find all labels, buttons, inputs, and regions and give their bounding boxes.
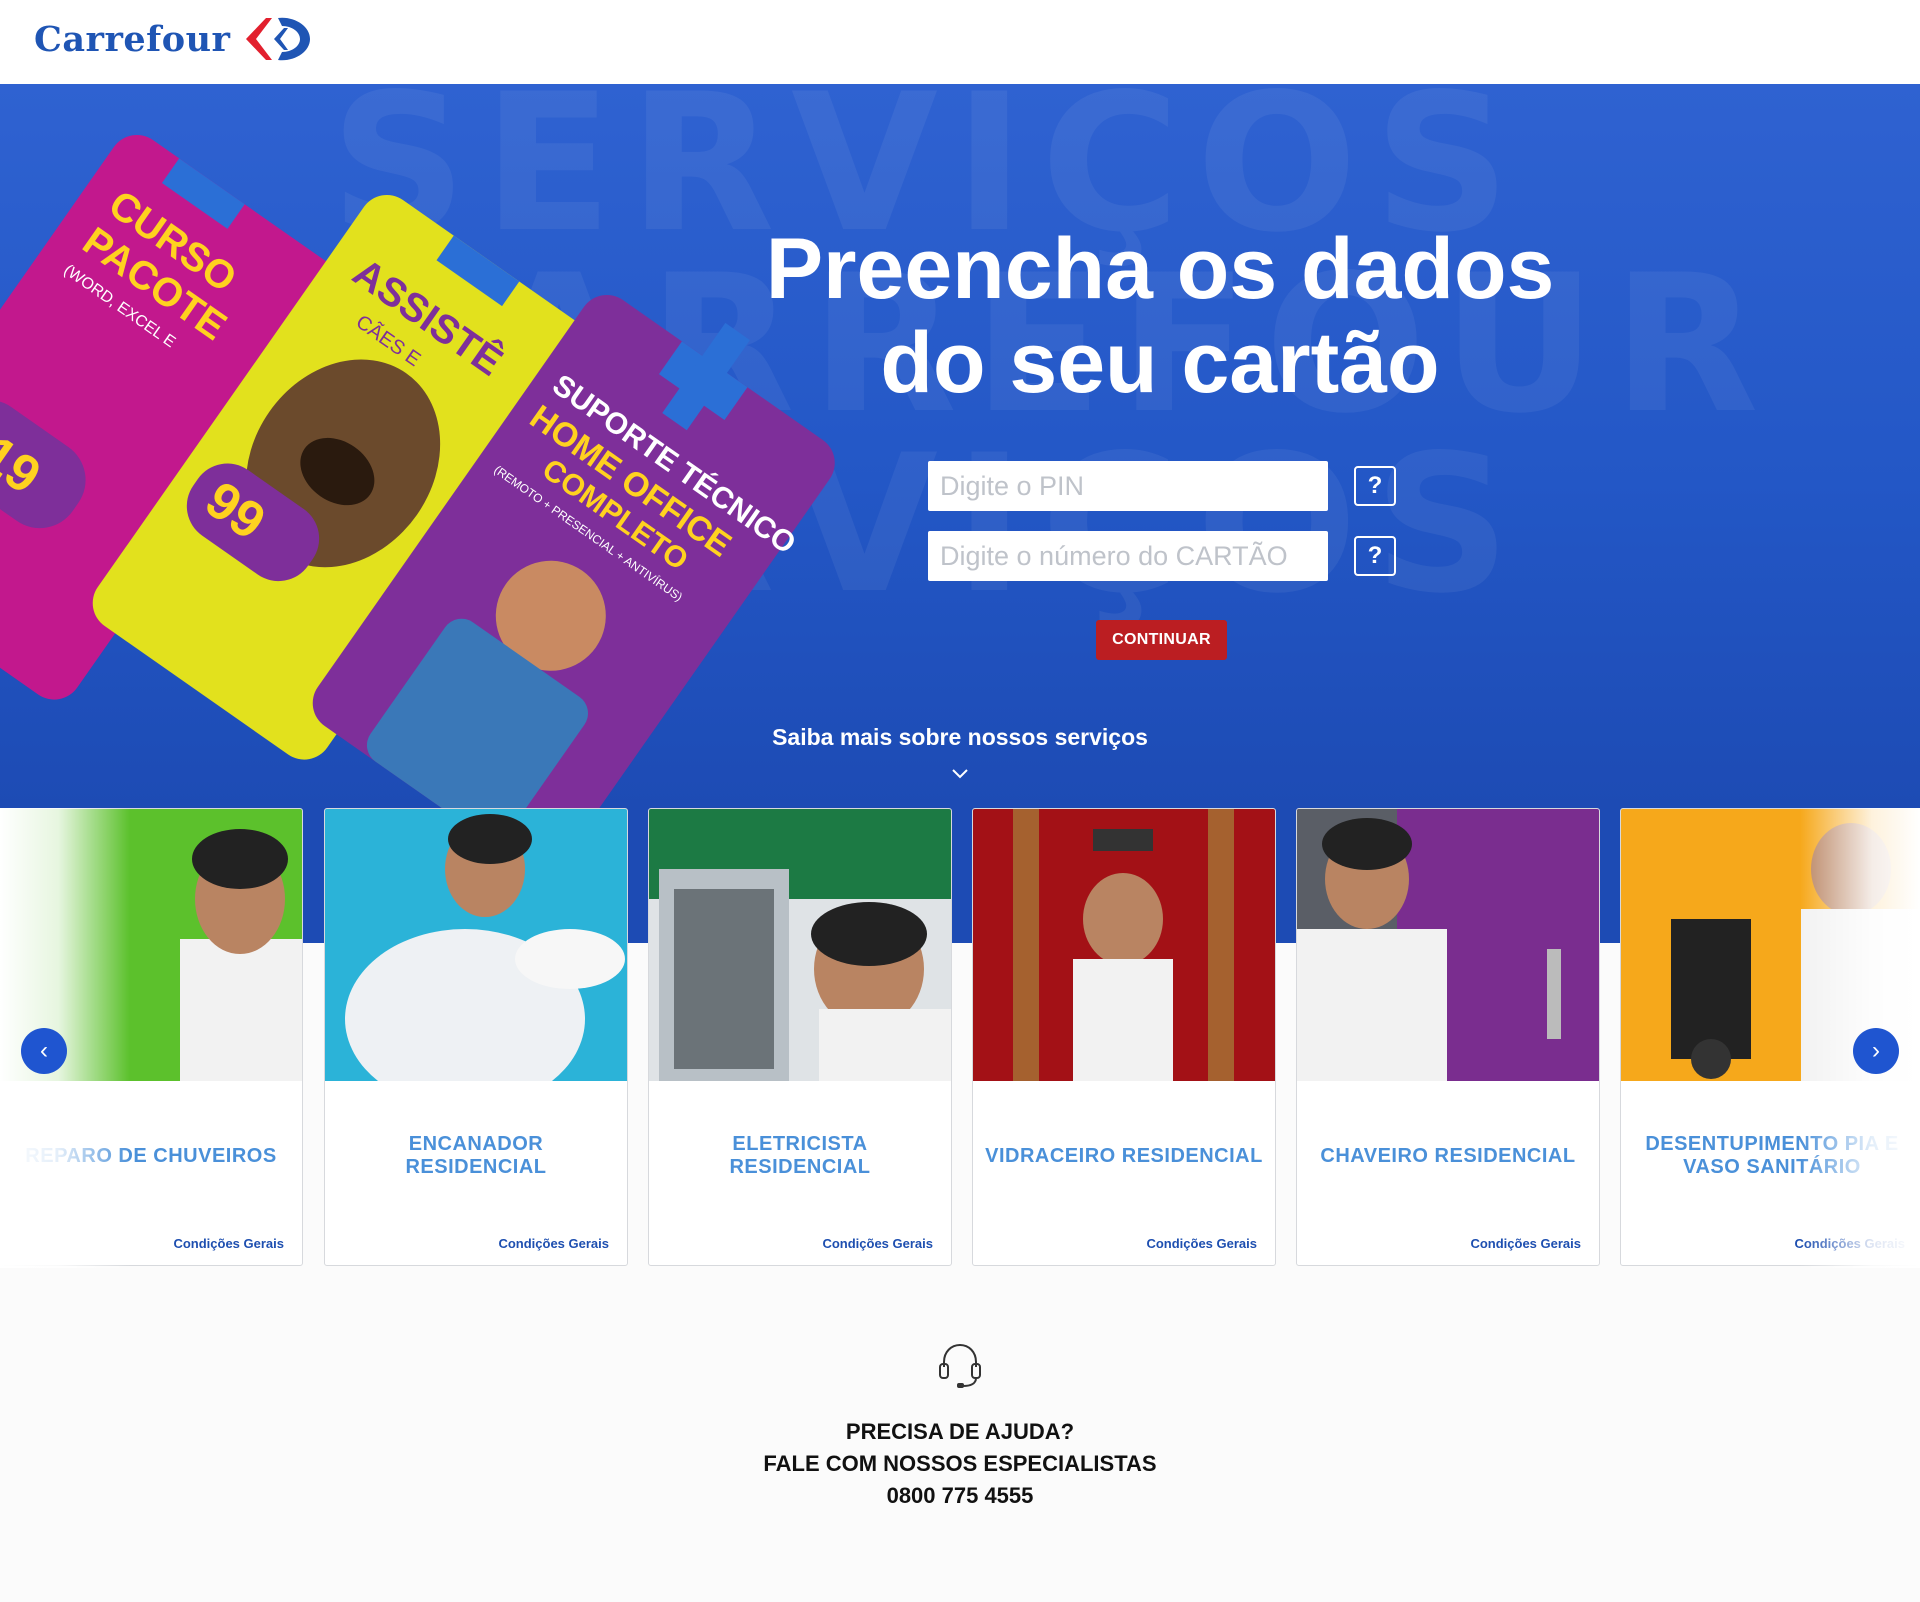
top-header: Carrefour	[0, 0, 1920, 84]
card-help-button[interactable]: ?	[1354, 536, 1396, 576]
conditions-link[interactable]: Condições Gerais	[173, 1236, 284, 1251]
page-title: Preencha os dados do seu cartão	[700, 222, 1620, 410]
help-section: PRECISA DE AJUDA? FALE COM NOSSOS ESPECI…	[0, 1340, 1920, 1512]
service-title: ENCANADOR RESIDENCIAL	[405, 1133, 547, 1178]
title-line-2: do seu cartão	[880, 315, 1440, 411]
conditions-link[interactable]: Condições Gerais	[822, 1236, 933, 1251]
service-card[interactable]: ELETRICISTA RESIDENCIAL Condições Gerais	[648, 808, 952, 1266]
service-card[interactable]: ENCANADOR RESIDENCIAL Condições Gerais	[324, 808, 628, 1266]
logo-text: Carrefour	[34, 18, 231, 60]
card-number-input[interactable]	[928, 531, 1328, 581]
conditions-link[interactable]: Condições Gerais	[1470, 1236, 1581, 1251]
conditions-link[interactable]: Condições Gerais	[498, 1236, 609, 1251]
service-image-electrician	[649, 809, 951, 1081]
continue-button[interactable]: CONTINUAR	[1096, 620, 1227, 660]
help-heading: PRECISA DE AJUDA?	[845, 1419, 1075, 1444]
carousel-next-button[interactable]: ›	[1853, 1028, 1899, 1074]
service-image-locksmith	[1297, 809, 1599, 1081]
service-image-glazier	[973, 809, 1275, 1081]
service-image-plumber	[325, 809, 627, 1081]
service-card[interactable]: VIDRACEIRO RESIDENCIAL Condições Gerais	[972, 808, 1276, 1266]
help-subheading: FALE COM NOSSOS ESPECIALISTAS	[763, 1451, 1157, 1476]
service-title: REPARO DE CHUVEIROS	[25, 1144, 277, 1167]
hero-banner: SERVIÇOS CARREFOUR SERVIÇOS CURSO PACOTE (…	[0, 84, 1920, 808]
carrefour-logo[interactable]: Carrefour	[34, 14, 314, 64]
services-carousel: REPARO DE CHUVEIROS Condições Gerais ENC…	[0, 808, 1920, 1268]
conditions-link[interactable]: Condições Gerais	[1794, 1236, 1905, 1251]
carousel-prev-button[interactable]: ‹	[21, 1028, 67, 1074]
pin-input[interactable]	[928, 461, 1328, 511]
headset-icon	[939, 1343, 981, 1388]
title-line-1: Preencha os dados	[765, 221, 1555, 317]
carrefour-symbol-icon	[246, 17, 311, 61]
pin-help-button[interactable]: ?	[1354, 466, 1396, 506]
service-title: ELETRICISTA RESIDENCIAL	[729, 1133, 871, 1178]
service-title: VIDRACEIRO RESIDENCIAL	[985, 1144, 1263, 1167]
conditions-link[interactable]: Condições Gerais	[1146, 1236, 1257, 1251]
service-title: DESENTUPIMENTO PIA E VASO SANITÁRIO	[1645, 1133, 1899, 1178]
service-card[interactable]: CHAVEIRO RESIDENCIAL Condições Gerais	[1296, 808, 1600, 1266]
service-cards-illustration: CURSO PACOTE (WORD, EXCEL E 319 ASSISTÊ …	[0, 134, 835, 808]
service-title: CHAVEIRO RESIDENCIAL	[1320, 1144, 1576, 1167]
chevron-down-icon[interactable]	[951, 768, 969, 780]
help-phone[interactable]: 0800 775 4555	[0, 1480, 1920, 1512]
more-services-link[interactable]: Saiba mais sobre nossos serviços	[700, 724, 1220, 751]
